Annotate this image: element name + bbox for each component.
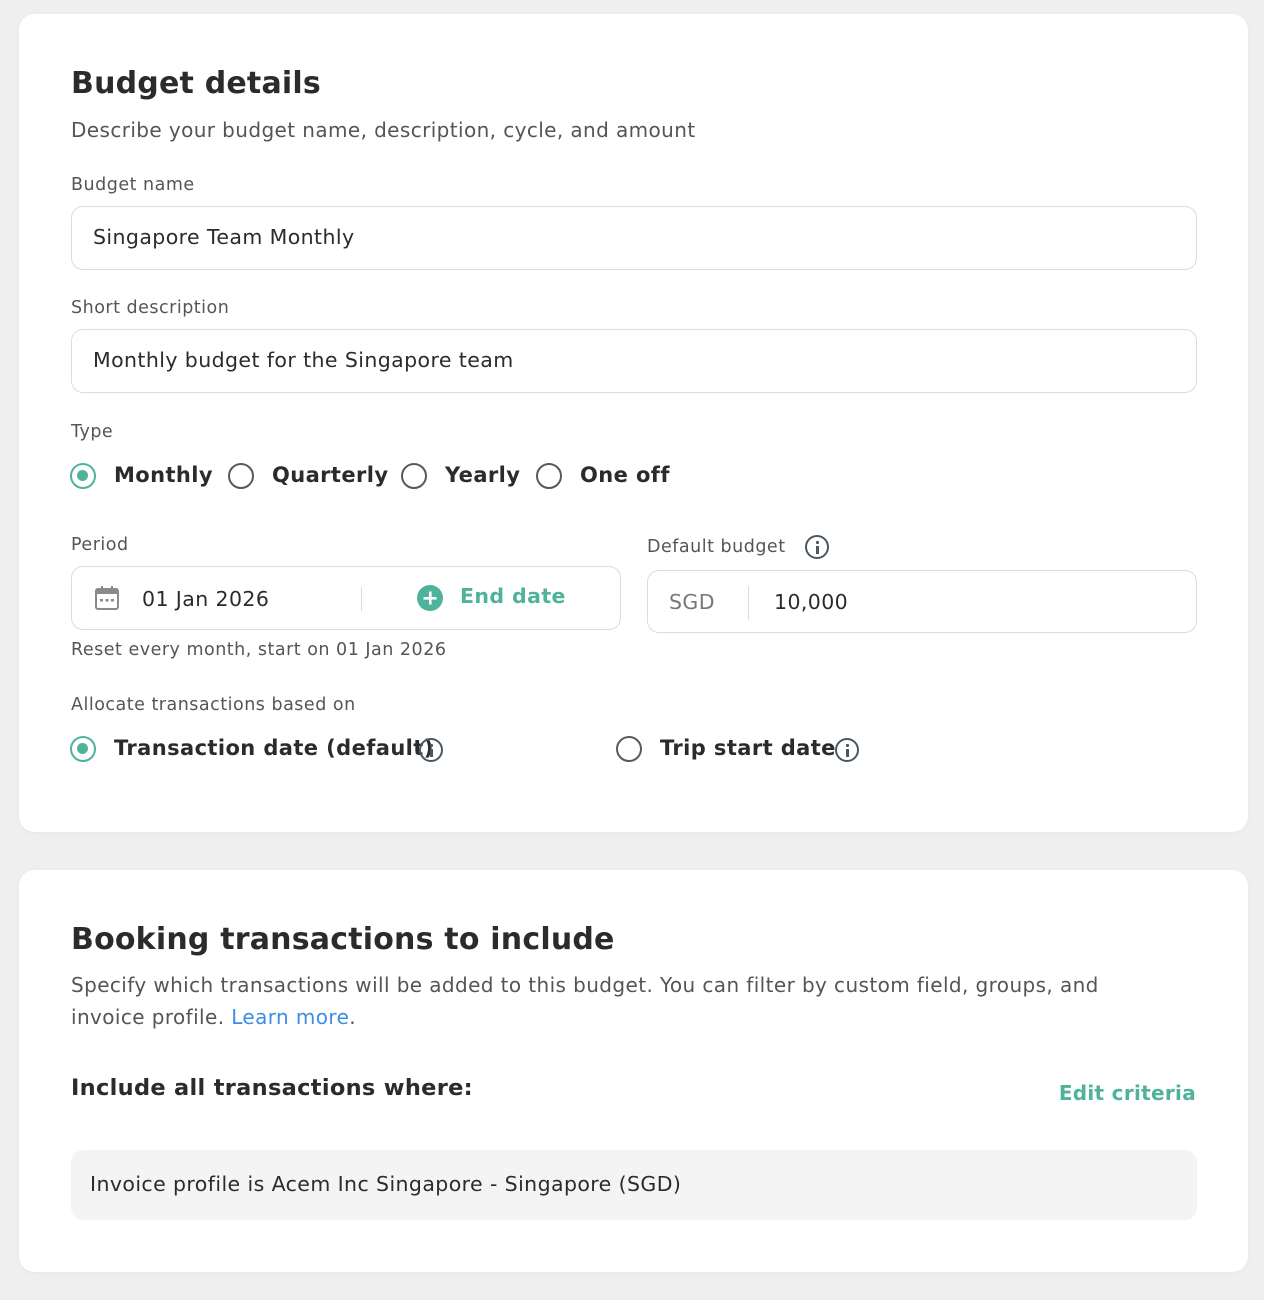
allocate-label: Allocate transactions based on (71, 695, 356, 715)
allocate-option-trip-start-date[interactable]: Trip start date (616, 736, 836, 764)
currency-label: SGD (669, 590, 715, 614)
budget-name-value: Singapore Team Monthly (93, 225, 355, 249)
type-option-label: One off (580, 463, 670, 487)
short-description-value: Monthly budget for the Singapore team (93, 348, 514, 372)
type-option-quarterly[interactable]: Quarterly (228, 463, 388, 491)
radio-one-off[interactable] (536, 463, 562, 489)
amount-value: 10,000 (774, 590, 849, 614)
edit-criteria-link[interactable]: Edit criteria (1059, 1081, 1196, 1105)
booking-description-line2: invoice profile. Learn more. (71, 1005, 356, 1029)
criteria-box: Invoice profile is Acem Inc Singapore - … (71, 1150, 1197, 1220)
radio-monthly[interactable] (70, 463, 96, 489)
radio-transaction-date[interactable] (70, 736, 96, 762)
type-option-one-off[interactable]: One off (536, 463, 676, 491)
allocate-option-transaction-date[interactable]: Transaction date (default) (70, 736, 450, 764)
criteria-text: Invoice profile is Acem Inc Singapore - … (90, 1172, 682, 1196)
default-budget-label: Default budget (647, 537, 786, 557)
booking-description-suffix: . (349, 1005, 357, 1029)
budget-name-input[interactable]: Singapore Team Monthly (71, 206, 1197, 270)
end-date-label: End date (460, 584, 566, 608)
period-input: 01 Jan 2026 End date (71, 566, 621, 630)
radio-yearly[interactable] (401, 463, 427, 489)
type-label: Type (71, 422, 114, 442)
radio-trip-start-date[interactable] (616, 736, 642, 762)
type-option-label: Quarterly (272, 463, 389, 487)
info-icon[interactable] (805, 535, 829, 559)
budget-details-card: Budget details Describe your budget name… (19, 14, 1248, 832)
budget-details-title: Budget details (71, 66, 321, 101)
end-date-button[interactable]: End date (417, 584, 597, 614)
type-option-monthly[interactable]: Monthly (70, 463, 220, 491)
type-option-label: Monthly (114, 463, 213, 487)
budget-name-label: Budget name (71, 175, 195, 195)
booking-description-line1: Specify which transactions will be added… (71, 973, 1099, 997)
short-description-label: Short description (71, 298, 230, 318)
type-option-yearly[interactable]: Yearly (401, 463, 521, 491)
booking-transactions-card: Booking transactions to include Specify … (19, 870, 1248, 1272)
period-divider (361, 587, 362, 611)
calendar-icon[interactable] (94, 585, 120, 611)
learn-more-link[interactable]: Learn more (231, 1005, 349, 1029)
plus-circle-icon (417, 585, 443, 611)
booking-title: Booking transactions to include (71, 922, 615, 957)
start-date-value[interactable]: 01 Jan 2026 (142, 587, 269, 611)
criteria-heading: Include all transactions where: (71, 1075, 473, 1101)
default-budget-input[interactable]: SGD 10,000 (647, 570, 1197, 633)
budget-details-subtitle: Describe your budget name, description, … (71, 118, 696, 142)
info-icon[interactable] (835, 738, 859, 762)
period-hint: Reset every month, start on 01 Jan 2026 (71, 640, 447, 660)
currency-divider (748, 586, 749, 620)
booking-description-prefix: invoice profile. (71, 1005, 225, 1029)
info-icon[interactable] (419, 738, 443, 762)
radio-quarterly[interactable] (228, 463, 254, 489)
type-option-label: Yearly (445, 463, 521, 487)
allocate-option-label: Trip start date (660, 736, 836, 760)
period-label: Period (71, 535, 129, 555)
allocate-option-label: Transaction date (default) (114, 736, 434, 760)
short-description-input[interactable]: Monthly budget for the Singapore team (71, 329, 1197, 393)
